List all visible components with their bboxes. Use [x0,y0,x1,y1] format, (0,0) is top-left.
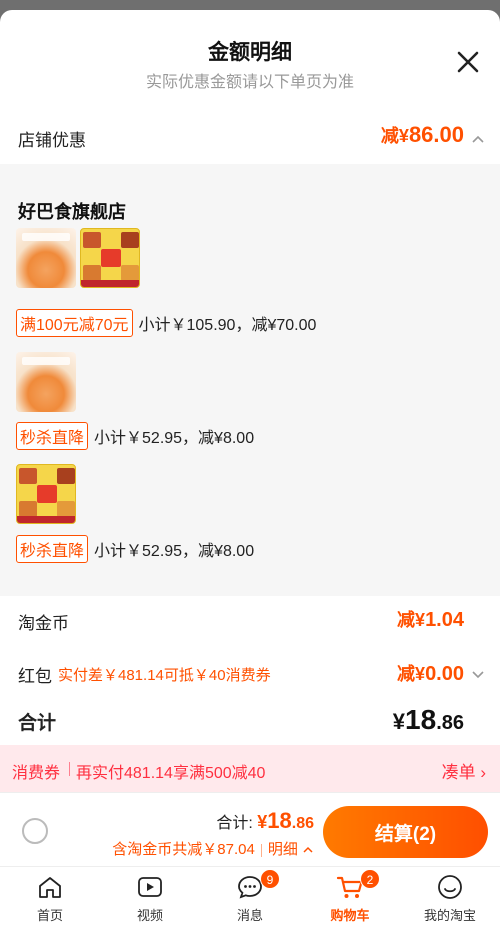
promo-line-2: 秒杀直降 小计￥52.95，减¥8.00 [16,422,255,450]
store-discount-value: 减¥86.00 [381,122,464,148]
hongbao-label: 红包 [18,667,52,686]
store-discount-row[interactable]: 店铺优惠 减¥86.00 [0,116,500,162]
promo-subtotal: 小计￥105.90，减¥70.00 [138,317,317,334]
product-thumbnail-combo[interactable] [80,228,140,288]
home-icon [39,877,61,898]
promo-line-1: 满100元减70元 小计￥105.90，减¥70.00 [16,309,317,337]
checkout-total: 合计: ¥18.86 [216,808,314,834]
add-items-link[interactable]: 凑单 › [442,758,486,783]
total-decimal: .86 [436,712,464,734]
tab-cart[interactable]: 2 购物车 [300,867,400,926]
hongbao-value: 减¥0.00 [397,660,464,686]
bottom-tab-bar: 首页 视频 9 消息 2 购物车 我的淘宝 [0,866,500,926]
total-label: 合计 [18,713,57,734]
tab-profile[interactable]: 我的淘宝 [400,867,500,926]
sheet-title: 金额明细 [208,41,292,64]
coupon-message: 再实付481.14享满500减40 [76,765,266,782]
detail-link: 明细 [267,841,298,858]
coupon-banner: 消费券 再实付481.14享满500减40 凑单 › [0,745,500,792]
total-row: 合计 ¥18.86 [0,700,500,744]
close-icon [457,51,479,73]
total-currency: ¥ [392,709,406,734]
promo-subtotal: 小计￥52.95，减¥8.00 [94,543,255,560]
chevron-up-icon [303,846,313,853]
select-all-radio[interactable] [22,818,48,844]
dimmed-backdrop [0,0,500,10]
hongbao-note: 实付差￥481.14可抵￥40消费券 [58,667,271,684]
taojinbi-label: 淘金币 [18,614,69,633]
checkout-total-decimal: .86 [291,815,314,832]
sheet-subtitle: 实际优惠金额请以下单页为准 [145,74,354,91]
chevron-down-icon [472,671,484,679]
store-discount-label: 店铺优惠 [18,131,86,150]
total-amount: ¥18.86 [393,704,464,736]
store-discount-prefix: 减¥ [380,126,409,146]
checkout-total-label: 合计: [216,815,253,832]
product-thumbnail-fries[interactable] [16,228,76,288]
cart-badge: 2 [360,869,380,889]
checkout-button[interactable]: 结算(2) [323,806,488,858]
taojinbi-amount: 1.04 [425,609,464,631]
store-discount-amount: 86.00 [408,122,464,147]
amount-detail-sheet: 金额明细 实际优惠金额请以下单页为准 店铺优惠 减¥86.00 好巴食旗舰店 满… [0,10,500,792]
hongbao-row[interactable]: 红包 实付差￥481.14可抵￥40消费券 减¥0.00 [0,648,500,698]
tab-label: 视频 [136,908,163,923]
promo-tag: 满100元减70元 [16,309,133,337]
shop-section: 好巴食旗舰店 满100元减70元 小计￥105.90，减¥70.00 秒杀直降 … [0,164,500,596]
hongbao-prefix: 减¥ [397,664,426,684]
checkout-detail-line[interactable]: 含淘金币共减￥87.04 明细 [112,838,314,859]
close-button[interactable] [454,48,482,76]
promo-subtotal: 小计￥52.95，减¥8.00 [94,430,255,447]
coupon-divider [69,762,70,776]
checkout-discount-text: 含淘金币共减￥87.04 [112,841,255,858]
tab-video[interactable]: 视频 [100,867,200,926]
tab-messages[interactable]: 9 消息 [200,867,300,926]
product-thumbnail-fries[interactable] [16,352,76,412]
checkout-total-integer: 18 [267,808,292,833]
coupon-tag: 消费券 [12,765,61,782]
product-thumbnail-combo[interactable] [16,464,76,524]
shop-name: 好巴食旗舰店 [18,202,126,222]
taojinbi-prefix: 减¥ [397,610,426,630]
checkout-bar: 合计: ¥18.86 含淘金币共减￥87.04 明细 结算(2) [0,792,500,866]
total-integer: 18 [405,704,437,735]
checkout-total-currency: ¥ [257,812,268,832]
chevron-up-icon [472,135,484,143]
profile-icon [438,875,462,899]
hongbao-amount: 0.00 [425,663,464,685]
tab-label: 购物车 [330,908,370,923]
taojinbi-row: 淘金币 减¥1.04 [0,596,500,646]
taojinbi-value: 减¥1.04 [397,606,464,632]
tab-label: 消息 [236,908,263,923]
promo-line-3: 秒杀直降 小计￥52.95，减¥8.00 [16,535,255,563]
promo-tag: 秒杀直降 [16,422,89,450]
message-badge: 9 [260,869,280,889]
promo-tag: 秒杀直降 [16,535,89,563]
tab-home[interactable]: 首页 [0,867,100,926]
tab-label: 我的淘宝 [423,908,476,923]
tab-label: 首页 [36,908,63,923]
video-icon [138,877,162,897]
